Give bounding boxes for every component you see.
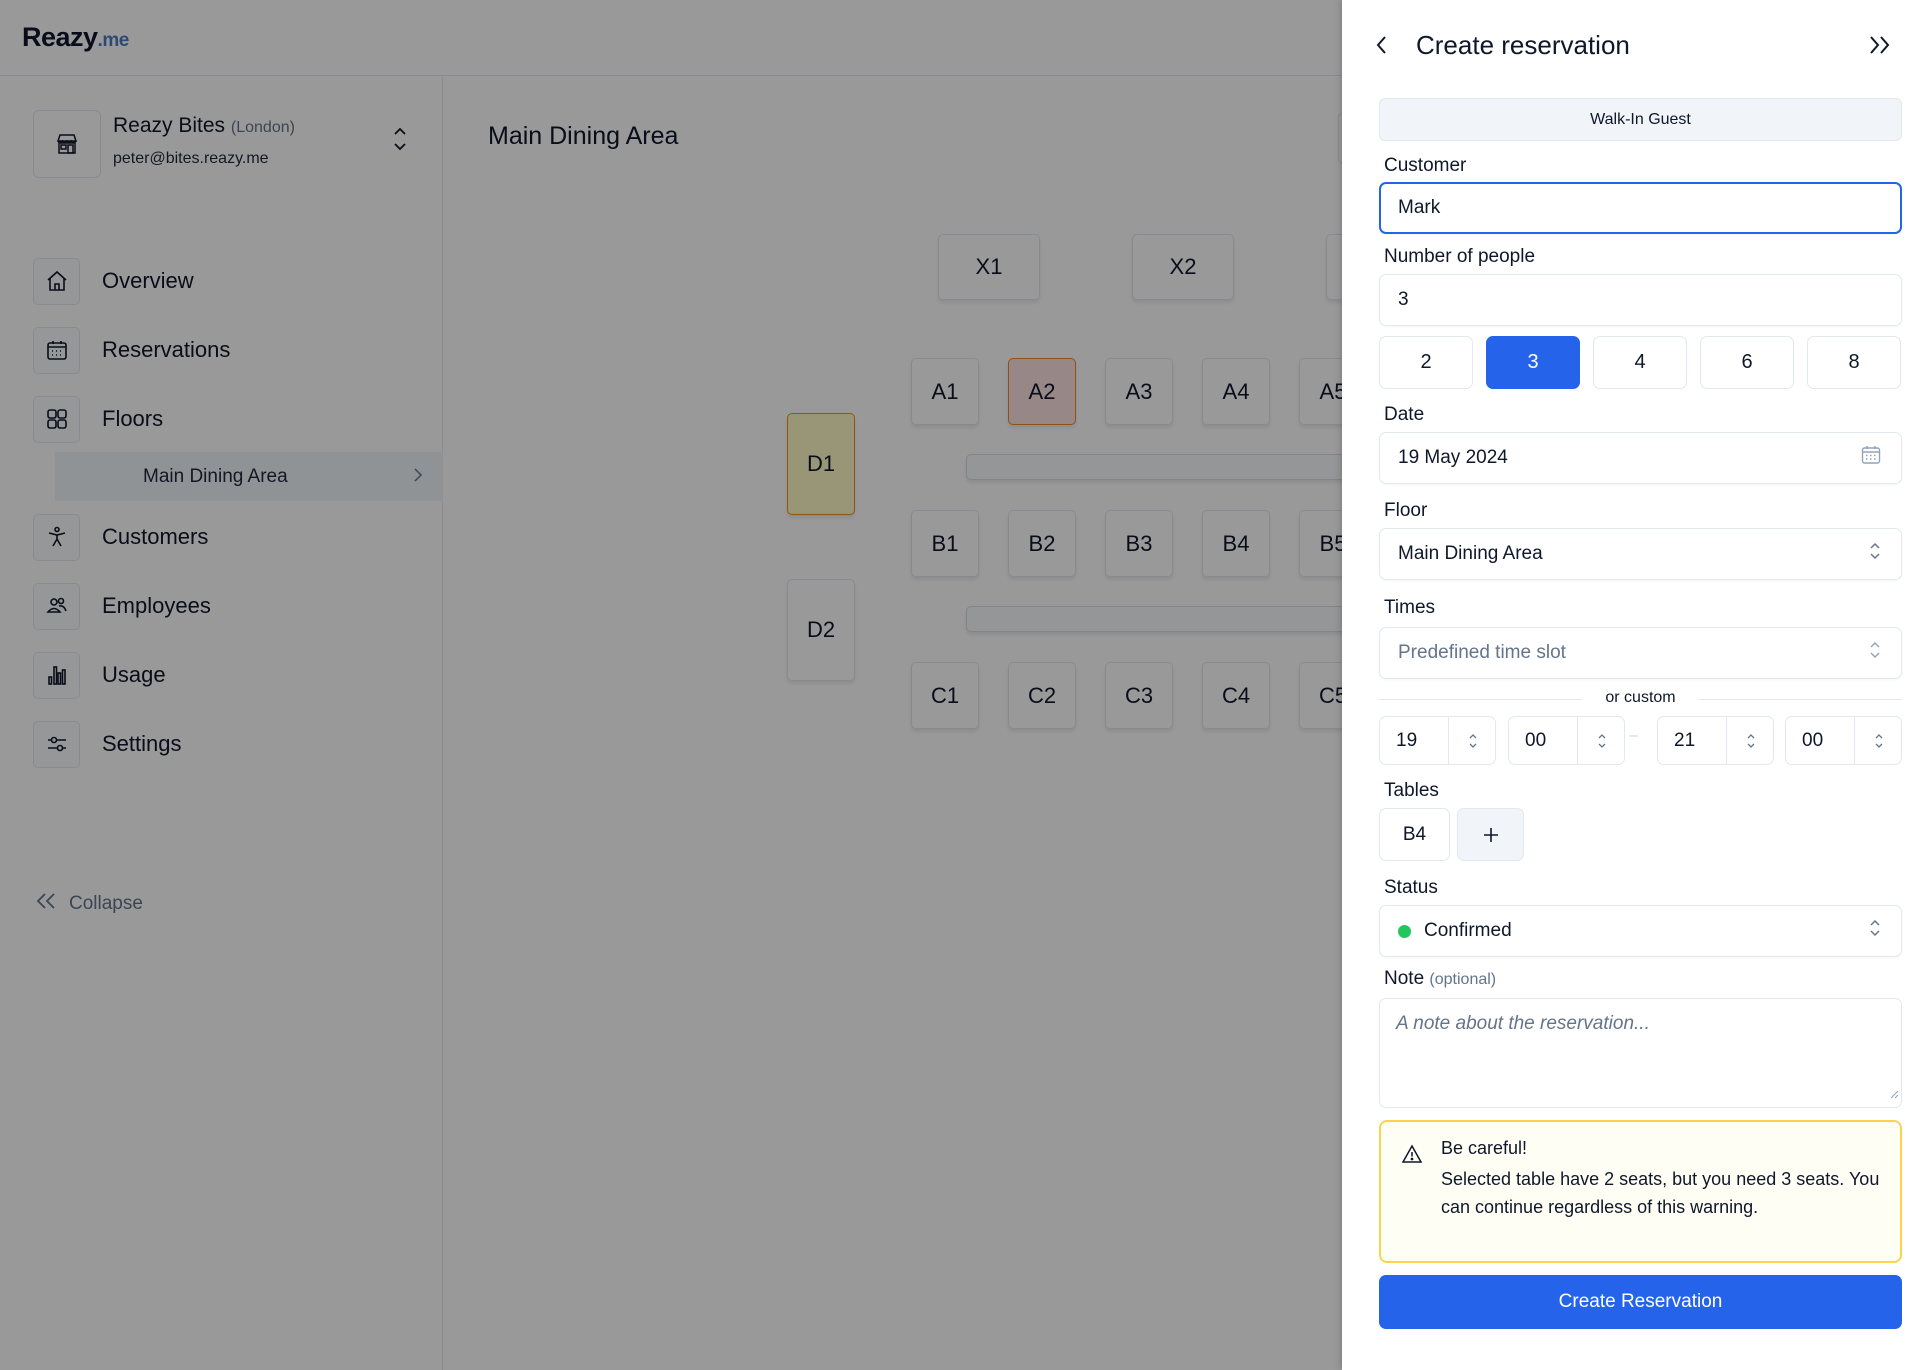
calendar-icon[interactable] [1861,445,1881,471]
back-button[interactable] [1372,32,1392,58]
warning-triangle-icon [1401,1144,1423,1169]
floor-select[interactable]: Main Dining Area [1379,528,1902,580]
tables-label: Tables [1384,780,1439,801]
people-label: Number of people [1384,246,1536,267]
floor-label: Floor [1384,500,1428,521]
chevrons-right-icon [1870,36,1890,54]
stepper-icon[interactable] [1448,717,1496,764]
time-separator: – [1629,727,1638,744]
stepper-icon[interactable] [1854,717,1902,764]
people-input[interactable]: 3 [1379,274,1902,326]
stepper-icon[interactable] [1577,717,1625,764]
end-minute-value: 00 [1802,729,1824,751]
or-custom-label: or custom [1582,689,1699,707]
close-panel-button[interactable] [1866,32,1894,58]
status-label: Status [1384,877,1438,898]
panel-title: Create reservation [1416,30,1630,60]
note-placeholder: A note about the reservation... [1396,1013,1650,1034]
start-hour-value: 19 [1396,729,1418,751]
people-option-8[interactable]: 8 [1807,336,1901,389]
end-hour-input[interactable]: 21 [1657,716,1774,765]
date-input[interactable]: 19 May 2024 [1379,432,1902,484]
customer-label: Customer [1384,155,1467,176]
create-reservation-button[interactable]: Create Reservation [1379,1275,1902,1329]
end-hour-value: 21 [1674,729,1696,751]
status-dot [1398,924,1411,938]
selected-table-chip[interactable]: B4 [1379,808,1450,861]
chevron-left-icon [1376,36,1386,54]
date-label: Date [1384,404,1425,425]
customer-value: Mark [1398,197,1441,218]
start-hour-input[interactable]: 19 [1379,716,1496,765]
chevron-up-down-icon [1869,542,1881,566]
optional-hint: (optional) [1429,971,1497,988]
note-label: Note (optional) [1384,968,1497,989]
seat-warning-alert: Be careful! Selected table have 2 seats,… [1379,1120,1902,1263]
times-label: Times [1384,597,1436,618]
note-textarea[interactable]: A note about the reservation... [1379,998,1902,1108]
modal-overlay[interactable] [0,0,1342,1370]
walk-in-guest-button[interactable]: Walk-In Guest [1379,98,1902,141]
people-value: 3 [1398,289,1409,310]
status-select[interactable]: Confirmed [1379,905,1902,957]
chevron-up-down-icon [1869,641,1881,665]
status-value: Confirmed [1424,920,1512,941]
stepper-icon[interactable] [1726,717,1774,764]
resize-handle-icon[interactable] [1889,1083,1899,1105]
time-slot-select[interactable]: Predefined time slot [1379,627,1902,679]
time-slot-placeholder: Predefined time slot [1398,642,1566,663]
warning-text: Selected table have 2 seats, but you nee… [1441,1169,1880,1217]
people-option-6[interactable]: 6 [1700,336,1794,389]
date-value: 19 May 2024 [1398,447,1508,468]
add-table-button[interactable] [1457,808,1524,861]
end-minute-input[interactable]: 00 [1785,716,1902,765]
plus-icon [1483,827,1498,842]
start-minute-input[interactable]: 00 [1508,716,1625,765]
people-option-2[interactable]: 2 [1379,336,1473,389]
floor-value: Main Dining Area [1398,543,1543,564]
people-option-3[interactable]: 3 [1486,336,1580,389]
create-reservation-panel: Create reservation Walk-In Guest Custome… [1342,0,1920,1370]
start-minute-value: 00 [1525,729,1547,751]
customer-input[interactable]: Mark [1379,182,1902,234]
people-option-4[interactable]: 4 [1593,336,1687,389]
chevron-up-down-icon [1869,919,1881,943]
warning-title: Be careful! [1441,1138,1528,1158]
